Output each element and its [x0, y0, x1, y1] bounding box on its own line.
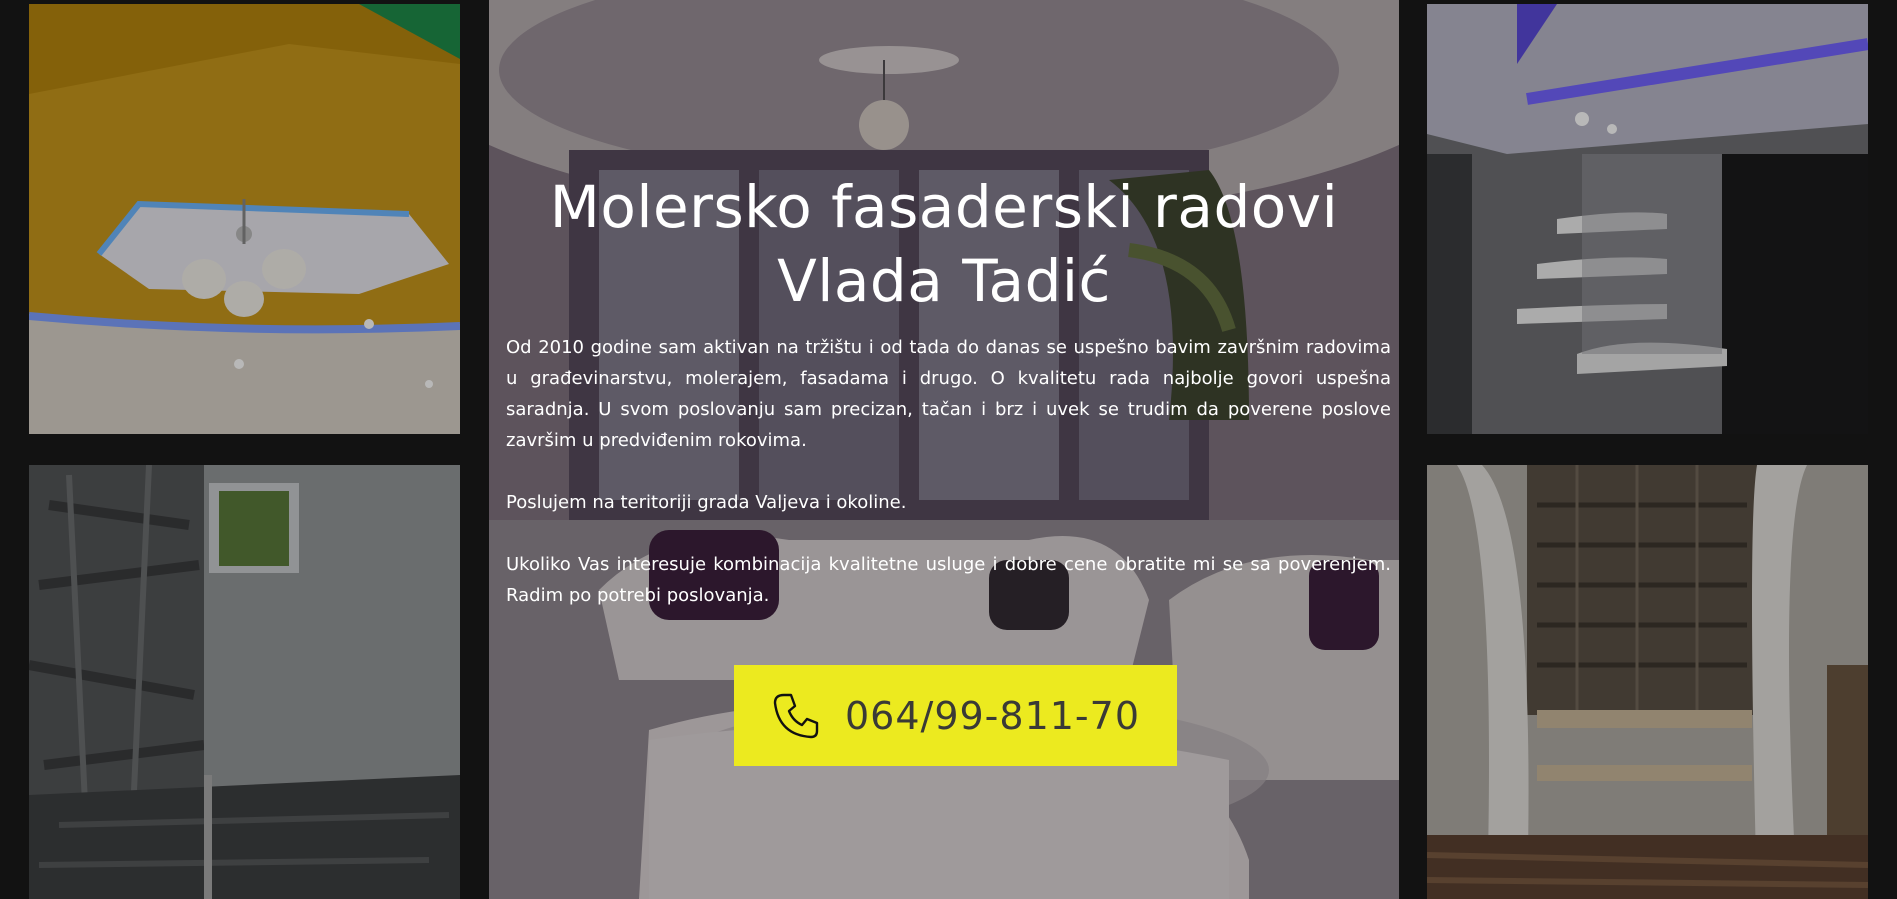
- gallery-photo-stone-niche: [1427, 465, 1868, 899]
- intro-paragraph-1: Od 2010 godine sam aktivan na tržištu i …: [506, 337, 1391, 451]
- gallery-photo-ceiling-led: [29, 4, 460, 434]
- gallery-photo-drywall-shelves: [1427, 4, 1868, 434]
- phone-number: 064/99-811-70: [845, 693, 1140, 738]
- intro-paragraph-2: Poslujem na teritoriji grada Valjeva i o…: [506, 492, 907, 513]
- gallery-photo-bathroom-tiles: [29, 465, 460, 899]
- title-line-2: Vlada Tadić: [777, 247, 1111, 315]
- phone-call-button[interactable]: 064/99-811-70: [734, 665, 1177, 766]
- title-line-1: Molersko fasaderski radovi: [549, 173, 1339, 241]
- page-title: Molersko fasaderski radovi Vlada Tadić: [529, 170, 1359, 318]
- intro-paragraph-3: Ukoliko Vas interesuje kombinacija kvali…: [506, 554, 1391, 606]
- hero-content: Molersko fasaderski radovi Vlada Tadić O…: [489, 0, 1399, 899]
- phone-icon: [773, 693, 819, 738]
- page: Molersko fasaderski radovi Vlada Tadić O…: [0, 0, 1897, 899]
- intro-text: Od 2010 godine sam aktivan na tržištu i …: [506, 332, 1391, 642]
